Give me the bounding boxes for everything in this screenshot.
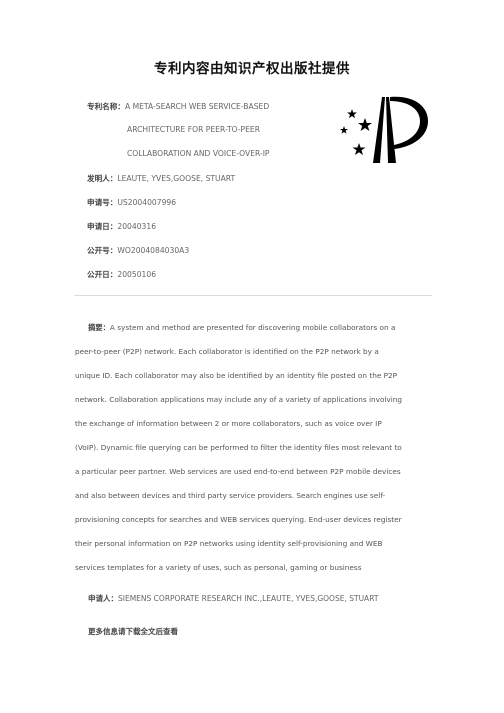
star-icon <box>358 118 372 131</box>
publication-date-value: 20050106 <box>117 270 157 279</box>
application-number-label: 申请号： <box>87 198 118 207</box>
patent-name-row: 专利名称：A META-SEARCH WEB SERVICE-BASED <box>87 101 269 112</box>
publication-number-value: WO2004084030A3 <box>117 246 190 255</box>
patent-name-line-2: ARCHITECTURE FOR PEER-TO-PEER <box>127 125 261 134</box>
applicant-row: 申请人：SIEMENS CORPORATE RESEARCH INC.,LEAU… <box>88 593 378 604</box>
inventor-row: 发明人：LEAUTE, YVES,GOOSE, STUART <box>87 173 235 184</box>
publication-date-row: 公开日：20050106 <box>87 269 156 280</box>
abstract-line-5: the exchange of information between 2 or… <box>75 419 382 428</box>
application-number-value: US2004007996 <box>117 198 177 207</box>
inventor-label: 发明人： <box>87 174 118 183</box>
page-title: 专利内容由知识产权出版社提供 <box>154 61 350 77</box>
logo-arc <box>390 96 428 149</box>
cnipa-logo-icon <box>340 96 428 163</box>
abstract-label: 摘要： <box>88 323 110 332</box>
abstract-text-1: A system and method are presented for di… <box>109 323 396 332</box>
patent-name-label: 专利名称： <box>87 102 125 111</box>
patent-name-line-1: A META-SEARCH WEB SERVICE-BASED <box>124 102 270 111</box>
patent-name-line-3: COLLABORATION AND VOICE-OVER-IP <box>127 149 270 158</box>
application-date-value: 20040316 <box>117 222 157 231</box>
abstract-line-8: and also between devices and third party… <box>75 491 386 500</box>
publication-number-row: 公开号：WO2004084030A3 <box>87 245 189 256</box>
abstract-line-1: 摘要：A system and method are presented for… <box>75 316 437 340</box>
more-info-note: 更多信息请下载全文后查看 <box>88 627 178 636</box>
abstract-section: 摘要：A system and method are presented for… <box>75 316 437 580</box>
star-icon <box>340 126 348 134</box>
publication-date-label: 公开日： <box>87 270 118 279</box>
publication-number-label: 公开号： <box>87 246 118 255</box>
star-icon <box>347 109 357 119</box>
abstract-line-3: unique ID. Each collaborator may also be… <box>75 371 398 380</box>
abstract-line-11: services templates for a variety of uses… <box>75 563 362 572</box>
star-icon <box>352 143 366 155</box>
applicant-label: 申请人： <box>88 594 118 603</box>
application-date-label: 申请日： <box>87 222 118 231</box>
abstract-line-2: peer-to-peer (P2P) network. Each collabo… <box>75 347 379 356</box>
applicant-value: SIEMENS CORPORATE RESEARCH INC.,LEAUTE, … <box>118 594 379 603</box>
abstract-line-7: a particular peer partner. Web services … <box>75 467 401 476</box>
section-divider <box>74 295 432 296</box>
logo-left-stroke <box>373 97 385 163</box>
application-date-row: 申请日：20040316 <box>87 221 156 232</box>
logo-right-stroke <box>386 97 396 163</box>
abstract-line-6: (VoIP). Dynamic file querying can be per… <box>75 443 402 452</box>
application-number-row: 申请号：US2004007996 <box>87 197 176 208</box>
abstract-line-9: provisioning concepts for searches and W… <box>75 515 402 524</box>
abstract-line-10: their personal information on P2P networ… <box>75 539 383 548</box>
inventor-value: LEAUTE, YVES,GOOSE, STUART <box>117 174 236 183</box>
abstract-line-4: network. Collaboration applications may … <box>75 395 403 404</box>
